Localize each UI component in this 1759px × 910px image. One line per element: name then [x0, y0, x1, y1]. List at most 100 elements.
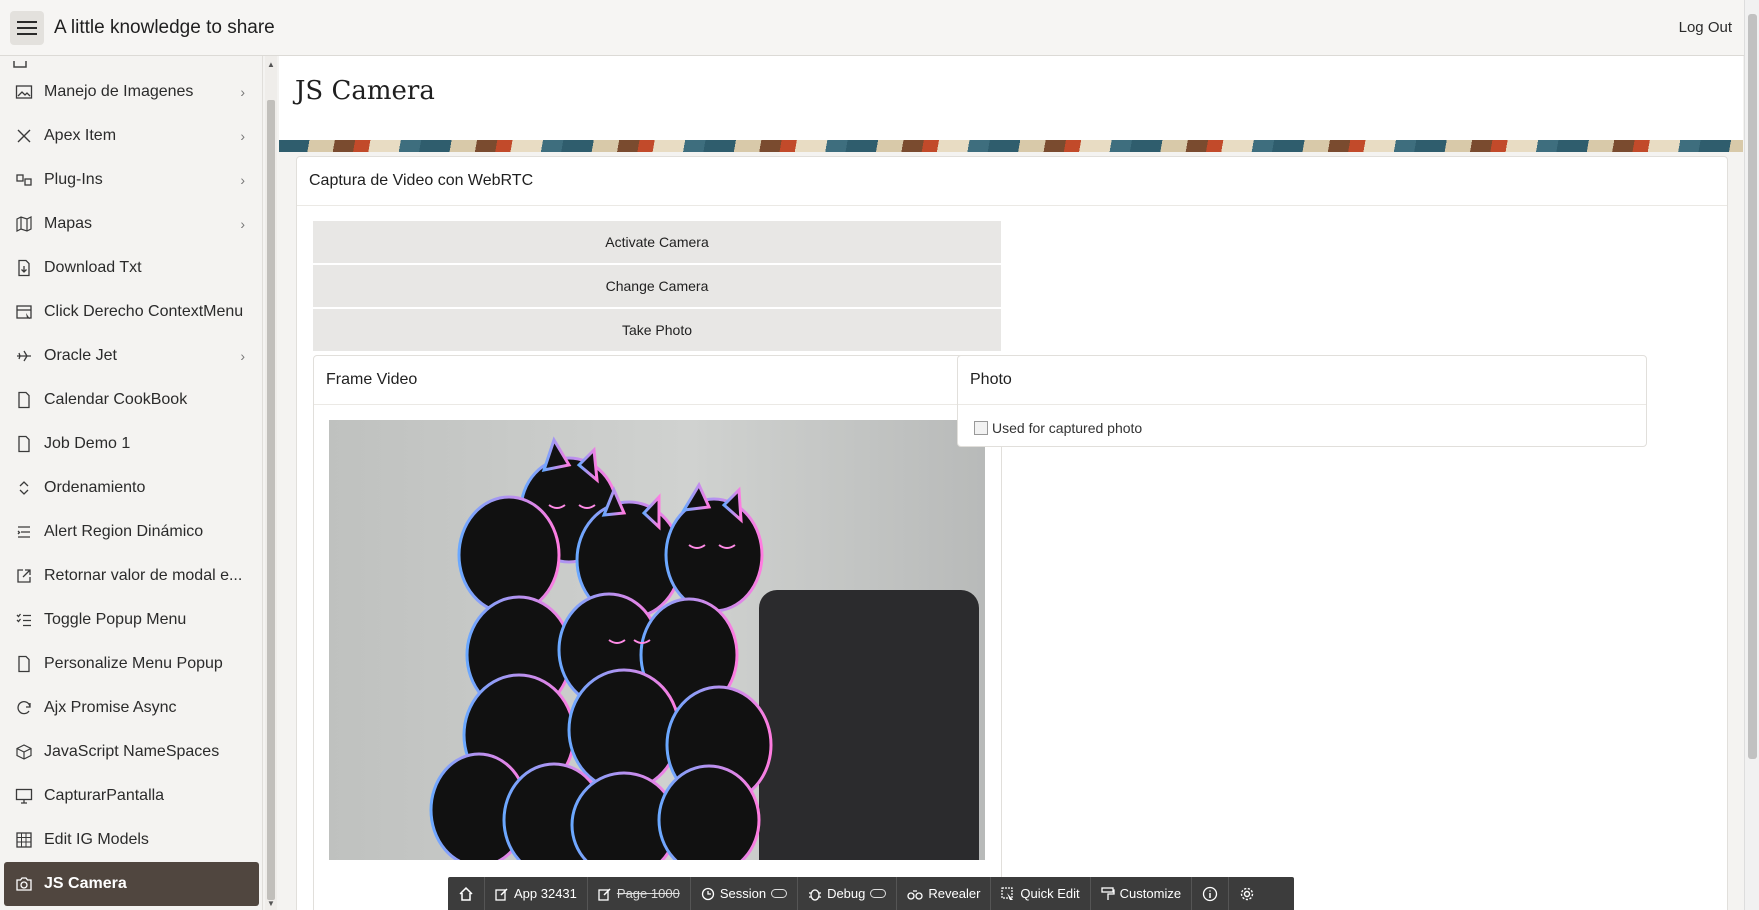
session-button[interactable]: Session [691, 877, 799, 910]
plugin-icon [12, 168, 36, 192]
sidebar-scroll-thumb[interactable] [267, 100, 275, 900]
webrtc-region: Captura de Video con WebRTC Activate Cam… [296, 156, 1728, 910]
paint-roller-icon [1101, 886, 1115, 900]
scroll-up-arrow-icon[interactable]: ▲ [265, 60, 277, 69]
sidebar-item-capturarpantalla[interactable]: CapturarPantalla [0, 774, 262, 818]
info-icon [1202, 886, 1218, 901]
calendar-cursor-icon [12, 300, 36, 324]
sidebar-item-label: JavaScript NameSpaces [44, 743, 220, 760]
cursor-select-icon [1001, 886, 1014, 900]
sidebar-item-retornar-valor-de-modal-e[interactable]: Retornar valor de modal e... [0, 554, 262, 598]
edit-icon [495, 887, 508, 901]
session-toggle-icon [771, 889, 788, 898]
sidebar-item-download-txt[interactable]: Download Txt [0, 246, 262, 290]
sidebar-item-label: Calendar CookBook [44, 391, 188, 408]
debug-label: Debug [827, 886, 866, 901]
developer-toolbar: App 32431 Page 1000 Session Debug Reveal… [448, 877, 1294, 910]
image-icon [12, 80, 36, 104]
gear-icon [1240, 887, 1254, 900]
frame-video-region: Frame Video [313, 355, 1002, 910]
main-content: JS Camera Captura de Video con WebRTC Ac… [279, 56, 1743, 910]
sidebar-scrollbar[interactable]: ▲ ▼ [265, 56, 277, 910]
sidebar-item-javascript-namespaces[interactable]: JavaScript NameSpaces [0, 730, 262, 774]
nav-item-partial [0, 56, 262, 70]
sidebar-item-oracle-jet[interactable]: Oracle Jet › [0, 334, 262, 378]
sidebar-item-mapas[interactable]: Mapas › [0, 202, 262, 246]
app-label: App 32431 [514, 886, 577, 901]
quick-edit-label: Quick Edit [1020, 886, 1080, 901]
photo-region: Photo Used for captured photo [957, 355, 1647, 447]
broken-image-icon [974, 421, 988, 435]
sidebar-item-job-demo-1[interactable]: Job Demo 1 [0, 422, 262, 466]
checklist-icon [12, 608, 36, 632]
sidebar-item-label: Toggle Popup Menu [44, 611, 187, 628]
debug-button[interactable]: Debug [798, 877, 898, 910]
frame-video-title: Frame Video [314, 356, 1001, 405]
file-icon [12, 652, 36, 676]
cat-sticker-image [429, 436, 773, 860]
nav-list: Manejo de Imagenes › Apex Item › Plug-Ins › Ma… [0, 56, 262, 906]
page-scroll-thumb[interactable] [1748, 14, 1757, 759]
customize-button[interactable]: Customize [1091, 877, 1193, 910]
sidebar-item-toggle-popup-menu[interactable]: Toggle Popup Menu [0, 598, 262, 642]
sidebar-item-alert-region-din-mico[interactable]: Alert Region Dinámico [0, 510, 262, 554]
sidebar-item-label: JS Camera [44, 875, 127, 892]
sidebar-item-apex-item[interactable]: Apex Item › [0, 114, 262, 158]
sidebar-item-label: Personalize Menu Popup [44, 655, 223, 672]
bug-icon [809, 888, 822, 901]
page-button[interactable]: Page 1000 [588, 877, 691, 910]
hamburger-menu-button[interactable] [10, 10, 44, 45]
app-title[interactable]: A little knowledge to share [54, 17, 275, 39]
home-button[interactable] [448, 877, 485, 910]
sidebar-item-label: Mapas [44, 215, 93, 232]
captured-photo: Used for captured photo [974, 420, 1142, 436]
page-title: JS Camera [295, 76, 435, 106]
session-label: Session [719, 886, 767, 901]
customize-label: Customize [1119, 886, 1182, 901]
map-icon [12, 212, 36, 236]
chevron-right-icon: › [240, 84, 245, 100]
sidebar-item-js-camera[interactable]: JS Camera [4, 862, 259, 906]
sidebar-item-personalize-menu-popup[interactable]: Personalize Menu Popup [0, 642, 262, 686]
monitor-icon [12, 784, 36, 808]
sidebar-item-click-derecho-contextmenu[interactable]: Click Derecho ContextMenu [0, 290, 262, 334]
revealer-button[interactable]: Revealer [897, 877, 992, 910]
page-label: Page 1000 [616, 886, 680, 901]
change-camera-button[interactable]: Change Camera [313, 265, 1001, 307]
scroll-down-arrow-icon[interactable]: ▼ [265, 899, 277, 908]
sidebar-item-label: Job Demo 1 [44, 435, 131, 452]
clock-icon [701, 887, 714, 900]
info-button[interactable] [1192, 877, 1230, 910]
sidebar-item-ordenamiento[interactable]: Ordenamiento [0, 466, 262, 510]
file-download-icon [12, 256, 36, 280]
page-scrollbar[interactable] [1744, 0, 1759, 910]
activate-camera-button[interactable]: Activate Camera [313, 221, 1001, 263]
revealer-label: Revealer [928, 886, 981, 901]
sidebar-item-label: Download Txt [44, 259, 142, 276]
sidebar-item-calendar-cookbook[interactable]: Calendar CookBook [0, 378, 262, 422]
region-title: Captura de Video con WebRTC [297, 157, 1727, 206]
app-button[interactable]: App 32431 [485, 877, 588, 910]
quick-edit-button[interactable]: Quick Edit [991, 877, 1091, 910]
photo-title: Photo [958, 356, 1646, 405]
sidebar-item-label: CapturarPantalla [44, 787, 165, 804]
settings-button[interactable] [1229, 877, 1265, 910]
logout-link[interactable]: Log Out [1679, 19, 1732, 36]
sidebar-nav: Manejo de Imagenes › Apex Item › Plug-Ins › Ma… [0, 56, 263, 910]
sidebar-item-edit-ig-models[interactable]: Edit IG Models [0, 818, 262, 862]
sidebar-item-label: Alert Region Dinámico [44, 523, 204, 540]
grid-icon [12, 828, 36, 852]
chevron-right-icon: › [240, 128, 245, 144]
sidebar-item-plug-ins[interactable]: Plug-Ins › [0, 158, 262, 202]
chevron-right-icon: › [240, 216, 245, 232]
sidebar-item-label: Manejo de Imagenes [44, 83, 194, 100]
sidebar-item-label: Edit IG Models [44, 831, 149, 848]
sidebar-item-manejo-de-imagenes[interactable]: Manejo de Imagenes › [0, 70, 262, 114]
external-link-icon [12, 564, 36, 588]
app-header: A little knowledge to share Log Out [0, 0, 1744, 56]
video-feed [329, 420, 985, 860]
sort-icon [12, 476, 36, 500]
debug-toggle-icon [870, 889, 887, 898]
sidebar-item-ajx-promise-async[interactable]: Ajx Promise Async [0, 686, 262, 730]
take-photo-button[interactable]: Take Photo [313, 309, 1001, 351]
